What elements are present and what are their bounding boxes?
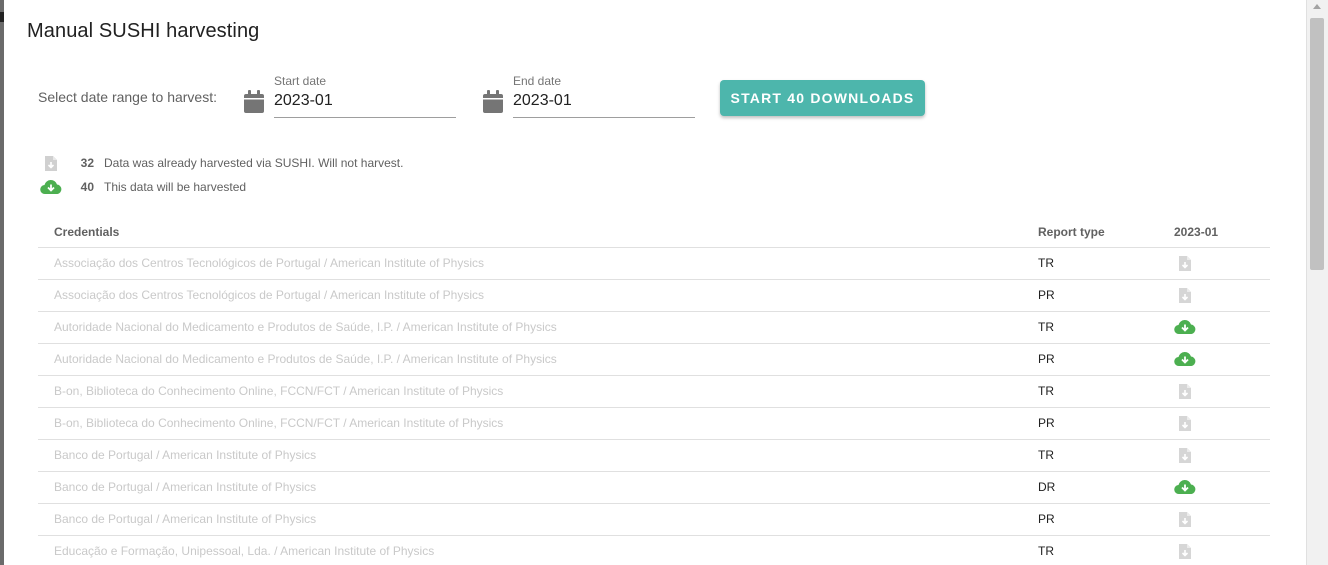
legend-item-to-harvest: 40 This data will be harvested bbox=[40, 177, 246, 197]
report-type-cell: PR bbox=[1038, 288, 1055, 302]
file-download-icon bbox=[40, 153, 62, 173]
report-type-cell: DR bbox=[1038, 480, 1056, 494]
credential-cell: Banco de Portugal / American Institute o… bbox=[54, 448, 317, 462]
credential-cell: Banco de Portugal / American Institute o… bbox=[54, 480, 317, 494]
table-row: B-on, Biblioteca do Conhecimento Online,… bbox=[38, 408, 1270, 440]
start-downloads-button[interactable]: START 40 DOWNLOADS bbox=[720, 80, 925, 116]
credential-cell: Associação dos Centros Tecnológicos de P… bbox=[54, 256, 485, 270]
start-date-underline bbox=[274, 117, 456, 118]
legend-text: Data was already harvested via SUSHI. Wi… bbox=[104, 156, 404, 170]
date-range-label: Select date range to harvest: bbox=[38, 89, 217, 105]
credential-cell: Associação dos Centros Tecnológicos de P… bbox=[54, 288, 485, 302]
harvest-table: Credentials Report type 2023-01 Associaç… bbox=[38, 216, 1270, 565]
end-date-underline bbox=[513, 117, 695, 118]
legend-text: This data will be harvested bbox=[104, 180, 247, 194]
report-type-cell: PR bbox=[1038, 352, 1055, 366]
file-download-icon[interactable] bbox=[1178, 415, 1198, 433]
scroll-up-arrow-icon[interactable] bbox=[1313, 4, 1321, 9]
report-type-cell: TR bbox=[1038, 544, 1054, 558]
credential-cell: B-on, Biblioteca do Conhecimento Online,… bbox=[54, 416, 504, 430]
column-header-credentials[interactable]: Credentials bbox=[54, 225, 119, 239]
report-type-cell: TR bbox=[1038, 256, 1054, 270]
end-date-value[interactable]: 2023-01 bbox=[513, 92, 572, 110]
end-date-field[interactable]: End date 2023-01 bbox=[482, 72, 696, 120]
table-row: Associação dos Centros Tecnológicos de P… bbox=[38, 280, 1270, 312]
legend-item-harvested: 32 Data was already harvested via SUSHI.… bbox=[40, 153, 403, 173]
table-row: Banco de Portugal / American Institute o… bbox=[38, 504, 1270, 536]
report-type-cell: PR bbox=[1038, 512, 1055, 526]
table-header: Credentials Report type 2023-01 bbox=[38, 216, 1270, 248]
dialog-title: Manual SUSHI harvesting bbox=[27, 20, 260, 42]
table-row: Banco de Portugal / American Institute o… bbox=[38, 440, 1270, 472]
table-row: Autoridade Nacional do Medicamento e Pro… bbox=[38, 344, 1270, 376]
file-download-icon[interactable] bbox=[1178, 287, 1198, 305]
end-date-label: End date bbox=[513, 74, 562, 88]
credential-cell: Autoridade Nacional do Medicamento e Pro… bbox=[54, 320, 557, 334]
table-row: Associação dos Centros Tecnológicos de P… bbox=[38, 248, 1270, 280]
start-date-value[interactable]: 2023-01 bbox=[274, 92, 333, 110]
credential-cell: Educação e Formação, Unipessoal, Lda. / … bbox=[54, 544, 435, 558]
report-type-cell: TR bbox=[1038, 384, 1054, 398]
column-header-period[interactable]: 2023-01 bbox=[1174, 225, 1218, 239]
report-type-cell: PR bbox=[1038, 416, 1055, 430]
table-row: Educação e Formação, Unipessoal, Lda. / … bbox=[38, 536, 1270, 565]
start-date-label: Start date bbox=[274, 74, 327, 88]
calendar-icon[interactable] bbox=[482, 90, 504, 114]
table-row: B-on, Biblioteca do Conhecimento Online,… bbox=[38, 376, 1270, 408]
file-download-icon[interactable] bbox=[1178, 447, 1198, 465]
cloud-download-icon bbox=[40, 177, 62, 197]
file-download-icon[interactable] bbox=[1178, 255, 1198, 273]
cloud-download-icon[interactable] bbox=[1174, 351, 1196, 369]
calendar-icon[interactable] bbox=[243, 90, 265, 114]
manual-sushi-harvesting-dialog: Manual SUSHI harvesting Select date rang… bbox=[4, 0, 1306, 565]
cloud-download-icon[interactable] bbox=[1174, 319, 1196, 337]
credential-cell: B-on, Biblioteca do Conhecimento Online,… bbox=[54, 384, 504, 398]
credential-cell: Autoridade Nacional do Medicamento e Pro… bbox=[54, 352, 557, 366]
file-download-icon[interactable] bbox=[1178, 543, 1198, 561]
report-type-cell: TR bbox=[1038, 320, 1054, 334]
scrollbar-thumb[interactable] bbox=[1310, 18, 1324, 270]
start-date-field[interactable]: Start date 2023-01 bbox=[243, 72, 457, 120]
file-download-icon[interactable] bbox=[1178, 511, 1198, 529]
report-type-cell: TR bbox=[1038, 448, 1054, 462]
table-row: Autoridade Nacional do Medicamento e Pro… bbox=[38, 312, 1270, 344]
table-body: Associação dos Centros Tecnológicos de P… bbox=[38, 248, 1270, 565]
legend-count: 40 bbox=[80, 180, 94, 194]
vertical-scrollbar[interactable] bbox=[1306, 0, 1328, 565]
column-header-report-type[interactable]: Report type bbox=[1038, 225, 1105, 239]
file-download-icon[interactable] bbox=[1178, 383, 1198, 401]
cloud-download-icon[interactable] bbox=[1174, 479, 1196, 497]
table-row: Banco de Portugal / American Institute o… bbox=[38, 472, 1270, 504]
legend-count: 32 bbox=[80, 156, 94, 170]
credential-cell: Banco de Portugal / American Institute o… bbox=[54, 512, 317, 526]
